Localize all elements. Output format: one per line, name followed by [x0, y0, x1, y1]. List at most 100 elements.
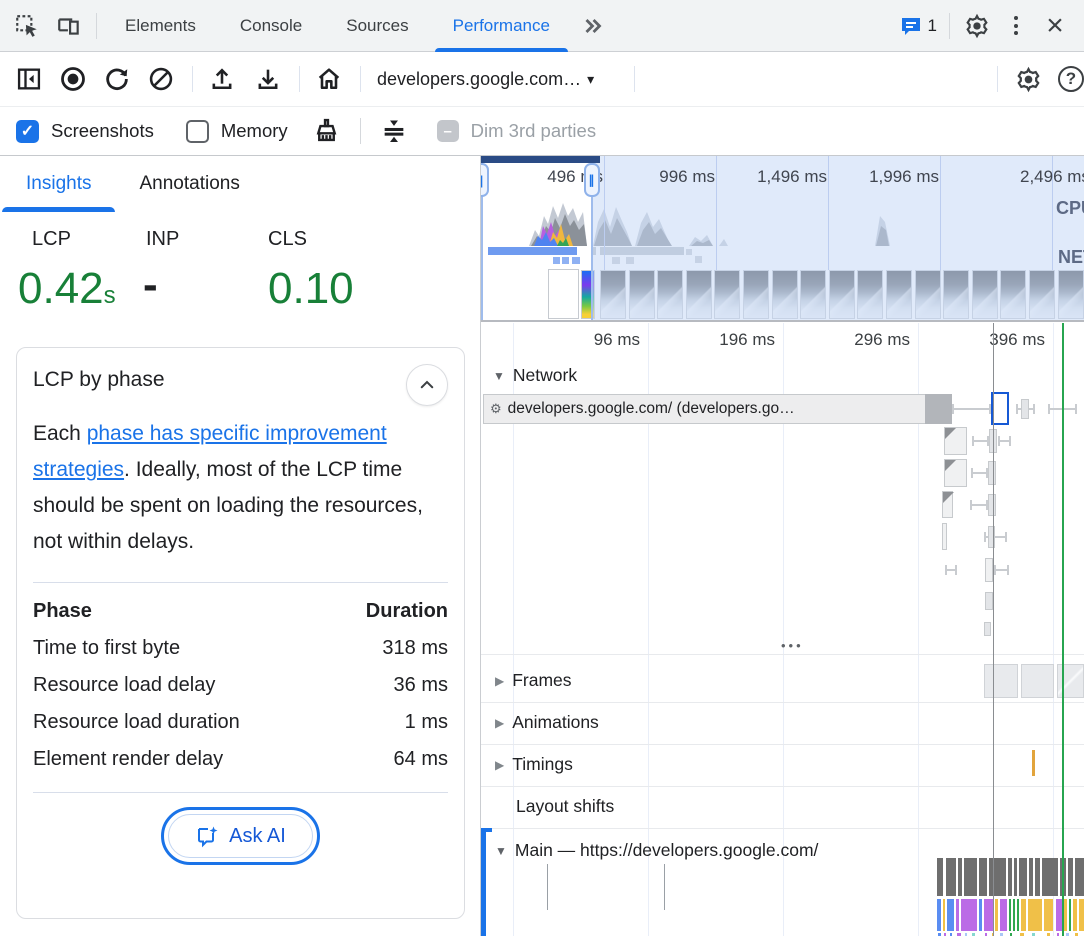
download-profile-icon[interactable] — [251, 62, 285, 96]
overview-tick: 996 ms — [615, 167, 715, 187]
record-icon[interactable] — [56, 62, 90, 96]
clear-icon[interactable] — [144, 62, 178, 96]
timeline-tick: 96 ms — [544, 330, 640, 350]
lcp-value[interactable]: 0.42s — [18, 264, 116, 314]
request-gear-icon: ⚙ — [490, 401, 502, 417]
toggle-sidebar-icon[interactable] — [12, 62, 46, 96]
overview-tick: 1,496 ms — [727, 167, 827, 187]
tab-performance[interactable]: Performance — [431, 0, 572, 52]
settings-gear-icon[interactable] — [962, 11, 992, 41]
divider — [299, 66, 300, 92]
panel-settings-gear-icon[interactable] — [1012, 63, 1044, 95]
device-toolbar-icon[interactable] — [54, 11, 84, 41]
more-tabs-icon[interactable] — [576, 9, 610, 43]
tab-insights[interactable]: Insights — [2, 156, 115, 212]
kebab-menu-icon[interactable] — [1004, 11, 1028, 41]
message-icon — [899, 14, 923, 38]
triangle-right-icon: ▶ — [495, 758, 504, 772]
triangle-right-icon: ▶ — [495, 674, 504, 688]
network-section-header[interactable]: ▼ Network — [493, 365, 577, 386]
reload-record-icon[interactable] — [100, 62, 134, 96]
divider — [360, 66, 361, 92]
timeline-tick: 296 ms — [814, 330, 910, 350]
issues-counter[interactable]: 1 — [899, 14, 937, 38]
frame-block[interactable] — [984, 664, 1018, 698]
main-section-header[interactable]: ▼ Main — https://developers.google.com/ — [495, 840, 818, 861]
left-resize-handle[interactable]: | — [481, 163, 489, 197]
phase-col-header: Phase — [33, 593, 330, 630]
overview-tick: 2,496 ms — [1020, 167, 1084, 187]
overview-tick: 1,996 ms — [839, 167, 939, 187]
table-row: Resource load duration 1 ms — [33, 704, 448, 741]
tab-sources[interactable]: Sources — [324, 0, 430, 52]
playhead-line[interactable] — [993, 323, 994, 936]
lcp-phase-card: LCP by phase Each phase has specific imp… — [16, 347, 465, 919]
frames-section-header[interactable]: ▶ Frames — [495, 670, 572, 691]
ask-ai-focus-ring: Ask AI — [161, 807, 320, 865]
garbage-collect-icon[interactable] — [310, 114, 344, 148]
tab-elements[interactable]: Elements — [103, 0, 218, 52]
tab-annotations[interactable]: Annotations — [115, 156, 263, 212]
timings-section-header[interactable]: ▶ Timings — [495, 754, 573, 775]
help-icon[interactable]: ? — [1058, 66, 1084, 92]
devtools-tab-bar: Elements Console Sources Performance 1 — [0, 0, 1084, 52]
insights-sidebar: Insights Annotations LCP INP CLS 0.42s -… — [0, 156, 481, 936]
phase-table: Phase Duration Time to first byte 318 ms… — [33, 593, 448, 778]
chevron-down-icon: ▾ — [587, 71, 594, 88]
divider — [192, 66, 193, 92]
timeline-panel[interactable]: 96 ms 196 ms 296 ms 396 ms ▼ Network ⚙ d… — [481, 323, 1084, 936]
lcp-marker-line — [1062, 323, 1064, 936]
minimap-window-thumb[interactable] — [481, 156, 600, 163]
divider — [96, 13, 97, 39]
cpu-lane-label: CPU — [1056, 198, 1084, 219]
gridline — [1053, 323, 1054, 936]
task-separator — [547, 864, 548, 910]
inp-value[interactable]: - — [143, 260, 158, 310]
cls-label: CLS — [268, 228, 307, 251]
network-overflow-dots[interactable]: ••• — [781, 638, 804, 653]
frame-block[interactable] — [1021, 664, 1054, 698]
tab-console[interactable]: Console — [218, 0, 324, 52]
history-dropdown[interactable]: developers.google.com… ▾ — [377, 69, 594, 90]
performance-toolbar: developers.google.com… ▾ ? — [0, 52, 1084, 107]
close-icon[interactable]: × — [1040, 11, 1070, 41]
triangle-down-icon: ▼ — [495, 844, 507, 858]
divider — [997, 66, 998, 92]
timeline-tick: 396 ms — [949, 330, 1045, 350]
upload-profile-icon[interactable] — [205, 62, 239, 96]
filmstrip-blank-screenshot[interactable] — [548, 269, 579, 319]
capture-options-bar: ✓ Screenshots Memory – Dim 3rd parties — [0, 107, 1084, 156]
table-row: Element render delay 64 ms — [33, 741, 448, 778]
home-icon[interactable] — [312, 62, 346, 96]
inspect-icon[interactable] — [12, 11, 42, 41]
memory-label: Memory — [221, 120, 288, 142]
triangle-right-icon: ▶ — [495, 716, 504, 730]
main-track-highlight-notch — [481, 828, 492, 832]
timeline-tick: 196 ms — [679, 330, 775, 350]
metrics-strip: LCP INP CLS 0.42s - 0.10 — [0, 212, 480, 342]
active-tab-underline — [435, 48, 568, 52]
dim-3rd-parties-checkbox[interactable]: – — [437, 120, 459, 142]
layout-shifts-section-header[interactable]: Layout shifts — [516, 796, 614, 817]
triangle-down-icon: ▼ — [493, 369, 505, 383]
right-resize-handle[interactable]: ∥ — [584, 163, 600, 197]
collapse-card-button[interactable] — [406, 364, 448, 406]
ai-chat-icon — [195, 824, 219, 848]
cls-value[interactable]: 0.10 — [268, 264, 354, 314]
memory-checkbox[interactable] — [186, 120, 209, 143]
dim-3rd-parties-label: Dim 3rd parties — [471, 120, 596, 142]
ask-ai-button[interactable]: Ask AI — [168, 814, 313, 858]
screenshots-label: Screenshots — [51, 120, 154, 142]
collapse-sections-icon[interactable] — [377, 114, 411, 148]
table-row: Resource load delay 36 ms — [33, 667, 448, 704]
card-title: LCP by phase — [33, 368, 165, 392]
sidebar-tabs: Insights Annotations — [0, 156, 480, 212]
request-bar-cap — [925, 394, 952, 424]
duration-col-header: Duration — [330, 593, 448, 630]
animations-section-header[interactable]: ▶ Animations — [495, 712, 599, 733]
screenshots-checkbox[interactable]: ✓ — [16, 120, 39, 143]
network-request-bar[interactable]: ⚙ developers.google.com/ (developers.go… — [483, 394, 927, 424]
timing-marker[interactable] — [1032, 750, 1035, 776]
card-divider — [33, 792, 448, 793]
devtools-window: Elements Console Sources Performance 1 — [0, 0, 1084, 936]
